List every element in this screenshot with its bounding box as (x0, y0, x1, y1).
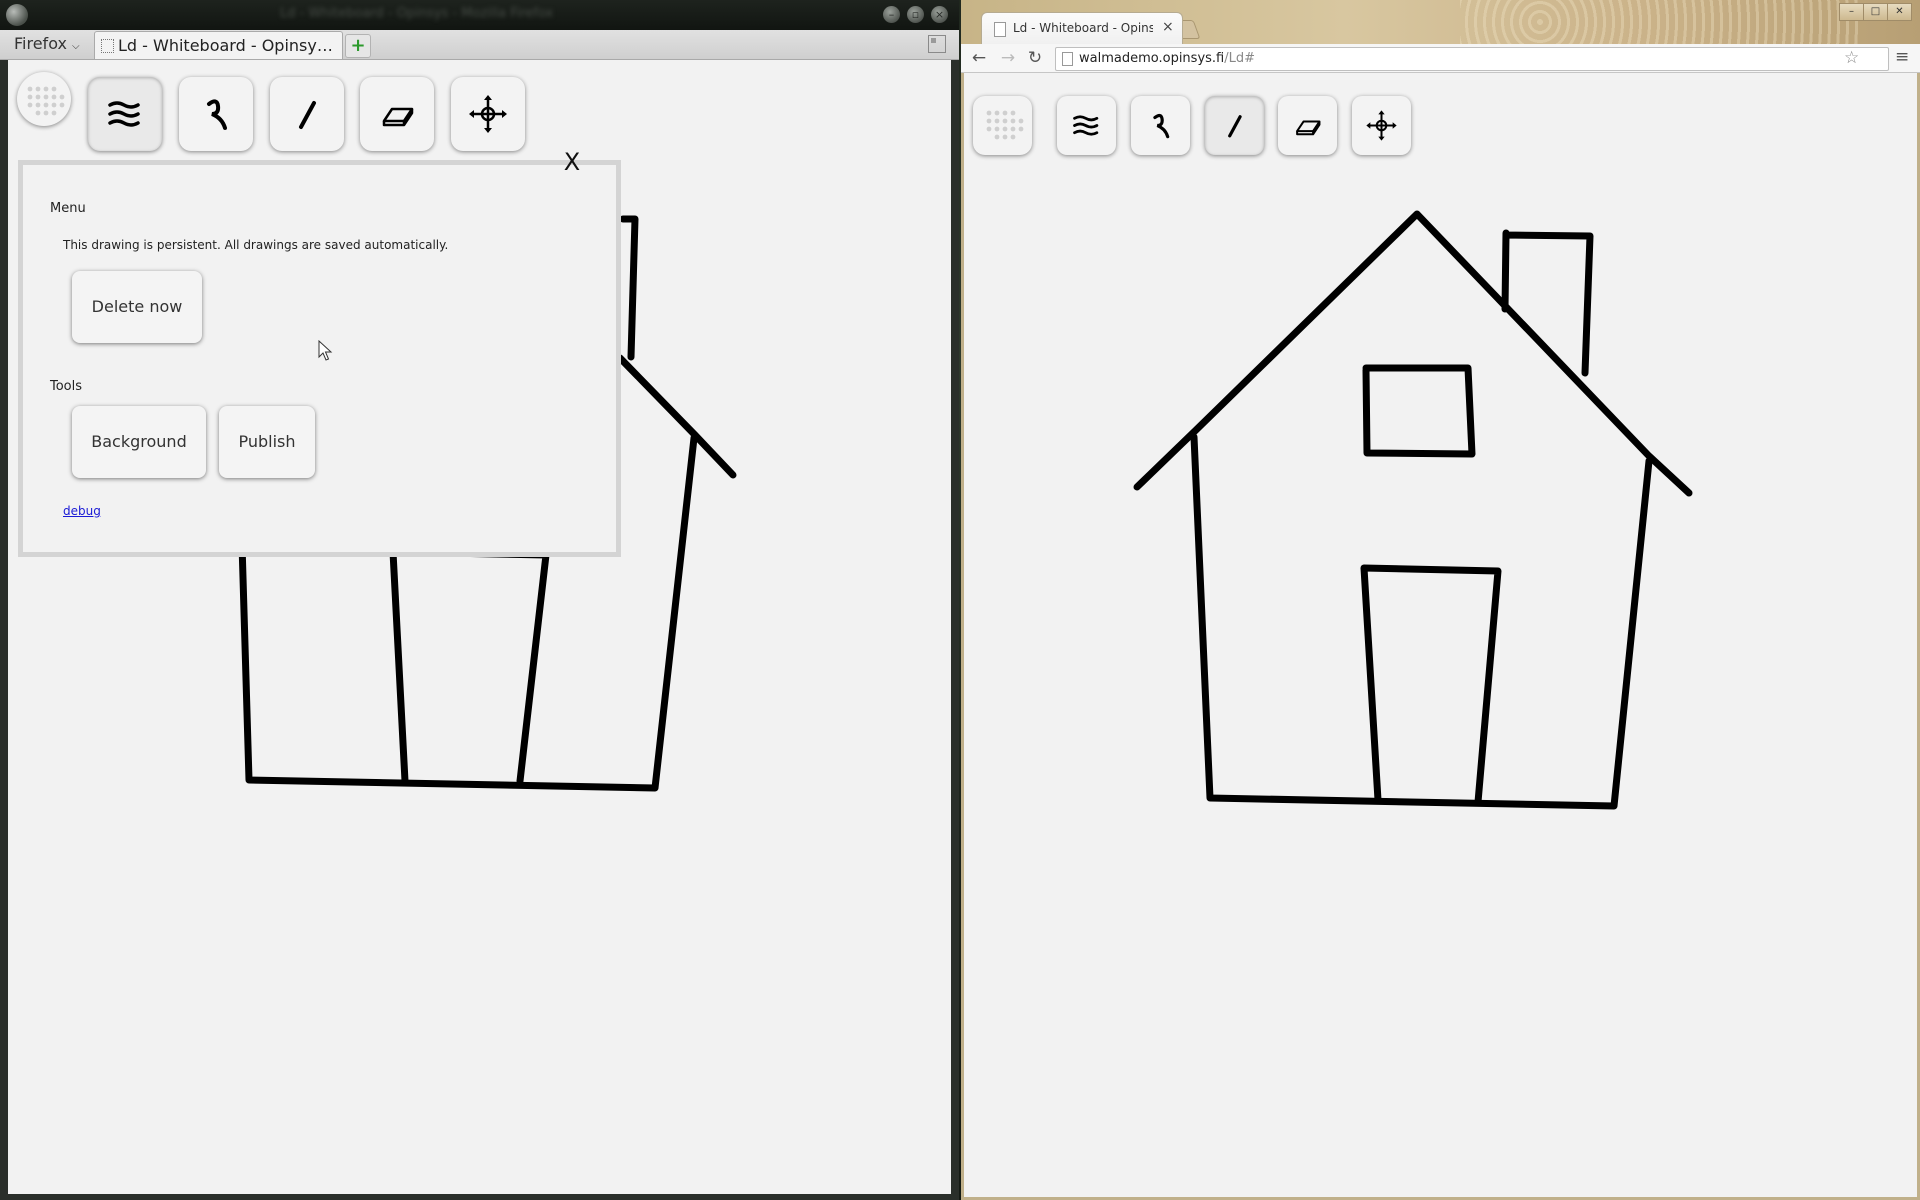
eraser-icon (1296, 120, 1321, 136)
eraser-tool-button[interactable] (1278, 96, 1337, 155)
debug-link[interactable]: debug (63, 504, 101, 518)
maximize-icon[interactable]: □ (1863, 3, 1888, 21)
door-stroke (389, 548, 550, 785)
theme-ornament (1460, 0, 1860, 44)
window-title: Ld - Whiteboard - Opinsys - Mozilla Fire… (280, 6, 554, 21)
eraser-tool-button[interactable] (360, 77, 434, 151)
door-stroke (389, 548, 409, 785)
move-arrows-icon (1366, 110, 1397, 141)
firefox-title-bar: Ld - Whiteboard - Opinsys - Mozilla Fire… (0, 0, 959, 30)
move-tool-button[interactable] (451, 77, 525, 151)
house-drawing (1133, 210, 1693, 810)
freehand-tool-button[interactable] (1131, 96, 1190, 155)
move-arrows-icon (469, 95, 507, 133)
publish-button[interactable]: Publish (219, 406, 315, 478)
whiteboard-canvas[interactable] (964, 73, 1917, 1197)
tab-title: Ld - Whiteboard - Opinsys (1013, 21, 1153, 35)
maximize-icon[interactable]: ▫ (907, 6, 924, 23)
close-icon[interactable]: ✕ (1887, 3, 1912, 21)
menu-lines-icon (108, 101, 140, 127)
persistence-note: This drawing is persistent. All drawings… (63, 238, 449, 252)
move-tool-button[interactable] (1352, 96, 1411, 155)
chimney-stroke (619, 215, 639, 361)
apps-grid-icon (986, 110, 1024, 140)
freehand-tool-button[interactable] (179, 77, 253, 151)
reload-icon[interactable]: ↻ (1024, 47, 1046, 69)
menu-lines-icon (1073, 115, 1099, 136)
freehand-pen-icon (1153, 113, 1170, 139)
firefox-menu-button[interactable]: Firefox ⌵ (8, 33, 86, 55)
house-walls-stroke (1190, 433, 1653, 810)
eraser-icon (382, 107, 414, 127)
new-tab-button[interactable]: + (345, 34, 371, 58)
firefox-window: Ld - Whiteboard - Opinsys - Mozilla Fire… (0, 0, 959, 1200)
tab-title: Ld - Whiteboard - Opinsys ... (118, 36, 340, 55)
page-icon (101, 39, 114, 53)
apps-button[interactable] (17, 72, 71, 126)
chrome-title-bar: Ld - Whiteboard - Opinsys × – □ ✕ (961, 0, 1920, 45)
chrome-toolbar: ← → ↻ walmademo.opinsys.fi/Ld# ☆ ≡ (961, 44, 1920, 73)
door-stroke (1360, 564, 1502, 806)
line-tool-button[interactable] (270, 77, 344, 151)
minimize-icon[interactable]: – (1839, 3, 1864, 21)
page-icon (1062, 52, 1073, 66)
minimize-icon[interactable]: – (883, 6, 900, 23)
firefox-menu-label: Firefox (14, 34, 67, 53)
menu-heading: Menu (50, 201, 86, 216)
url-host: walmademo.opinsys.fi (1079, 51, 1225, 66)
freehand-pen-icon (207, 99, 227, 130)
browser-tab[interactable]: Ld - Whiteboard - Opinsys ... (94, 31, 343, 59)
url-text: walmademo.opinsys.fi/Ld# (1079, 51, 1255, 66)
browser-tab[interactable]: Ld - Whiteboard - Opinsys × (981, 12, 1183, 45)
menu-close-button[interactable]: X (560, 150, 584, 174)
close-icon[interactable]: × (931, 6, 948, 23)
apps-grid-icon (27, 86, 65, 116)
chevron-down-icon: ⌵ (72, 41, 80, 52)
tab-close-icon[interactable]: × (1162, 19, 1174, 35)
window-stroke (1362, 364, 1476, 458)
delete-now-button[interactable]: Delete now (72, 271, 202, 343)
tab-groups-icon[interactable] (928, 35, 946, 53)
whiteboard-canvas[interactable]: Menu This drawing is persistent. All dra… (8, 60, 951, 1194)
tools-heading: Tools (50, 379, 83, 394)
menu-tool-button[interactable] (1057, 96, 1116, 155)
apps-button[interactable] (973, 96, 1032, 155)
back-icon[interactable]: ← (968, 47, 990, 69)
line-tool-button[interactable] (1205, 96, 1264, 155)
url-path: /Ld# (1224, 51, 1256, 66)
firefox-logo-icon[interactable] (6, 4, 28, 26)
mouse-pointer-icon (318, 340, 333, 361)
background-button[interactable]: Background (72, 406, 206, 478)
address-bar[interactable]: walmademo.opinsys.fi/Ld# ☆ (1055, 47, 1889, 71)
plus-icon: + (350, 35, 366, 56)
firefox-tab-bar: Firefox ⌵ Ld - Whiteboard - Opinsys ... … (0, 30, 959, 60)
page-icon (994, 22, 1006, 37)
menu-tool-button[interactable] (88, 77, 162, 151)
forward-icon[interactable]: → (997, 47, 1019, 69)
line-icon (1228, 115, 1242, 138)
line-icon (299, 101, 316, 129)
roof-right-stroke (616, 354, 737, 479)
bookmark-star-icon[interactable]: ☆ (1844, 48, 1859, 68)
hamburger-menu-icon[interactable]: ≡ (1895, 47, 1909, 67)
chrome-window: Ld - Whiteboard - Opinsys × – □ ✕ ← → ↻ … (961, 0, 1920, 1200)
